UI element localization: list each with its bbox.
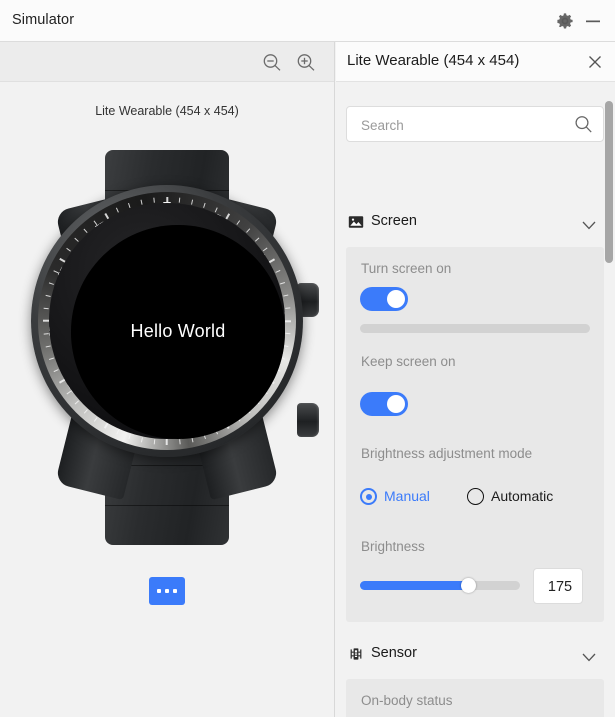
bezel-tick bbox=[165, 438, 168, 445]
close-icon[interactable] bbox=[585, 52, 605, 72]
label-keep-screen-on: Keep screen on bbox=[361, 354, 456, 369]
watch-inner-ring: Hello World bbox=[49, 203, 285, 439]
bezel-tick bbox=[140, 437, 143, 443]
bezel-tick bbox=[128, 433, 131, 440]
bezel-tick bbox=[191, 199, 194, 205]
bezel-tick bbox=[275, 269, 281, 274]
chevron-down-icon[interactable] bbox=[582, 649, 596, 662]
brightness-value-box[interactable] bbox=[533, 568, 586, 605]
bezel-tick bbox=[236, 220, 241, 226]
window-title: Simulator bbox=[12, 12, 75, 28]
bezel-tick bbox=[203, 202, 206, 209]
label-brightness: Brightness bbox=[361, 539, 425, 554]
bezel-tick bbox=[279, 282, 286, 285]
radio-ring bbox=[360, 488, 377, 505]
zoom-in-icon[interactable] bbox=[294, 51, 318, 75]
watch-bezel: 246810121416182022 Hello World bbox=[38, 192, 296, 450]
radio-ring bbox=[467, 488, 484, 505]
gear-icon[interactable] bbox=[554, 10, 576, 32]
panel-title: Lite Wearable (454 x 454) bbox=[347, 52, 520, 69]
settings-panel-header: Lite Wearable (454 x 454) bbox=[336, 42, 615, 82]
toggle-turn-screen-on[interactable] bbox=[360, 287, 408, 311]
watch-case: 246810121416182022 Hello World bbox=[31, 185, 303, 457]
zoom-out-icon[interactable] bbox=[260, 51, 284, 75]
chevron-down-icon[interactable] bbox=[582, 217, 596, 230]
label-on-body-status: On-body status bbox=[361, 693, 453, 708]
section-label-screen: Screen bbox=[371, 213, 417, 229]
label-turn-screen-on: Turn screen on bbox=[361, 261, 452, 276]
toggle-knob bbox=[387, 395, 405, 413]
device-settings-pane: Lite Wearable (454 x 454) Search Screen … bbox=[336, 42, 615, 717]
bezel-tick bbox=[285, 307, 291, 310]
radio-label: Automatic bbox=[491, 488, 554, 504]
bezel-tick bbox=[178, 197, 181, 203]
bezel-tick bbox=[246, 228, 251, 234]
bezel-tick bbox=[45, 345, 51, 348]
section-header-screen[interactable]: Screen bbox=[336, 206, 615, 240]
bezel-tick bbox=[43, 307, 49, 310]
brightness-slider[interactable] bbox=[360, 578, 520, 593]
watch-screen[interactable]: Hello World bbox=[71, 225, 285, 439]
label-brightness-mode: Brightness adjustment mode bbox=[361, 446, 533, 461]
window-titlebar: Simulator bbox=[0, 0, 615, 42]
more-options-button[interactable] bbox=[149, 577, 185, 605]
brightness-slider-fill bbox=[360, 581, 469, 590]
bezel-tick bbox=[284, 320, 291, 323]
sensor-settings-card: On-body status bbox=[346, 679, 604, 717]
bezel-tick bbox=[140, 199, 143, 205]
search-box[interactable] bbox=[346, 106, 604, 143]
more-dots-icon bbox=[157, 589, 177, 593]
bezel-tick bbox=[153, 439, 156, 445]
search-icon[interactable] bbox=[573, 114, 594, 135]
bezel-tick bbox=[83, 408, 88, 414]
sensor-chip-icon bbox=[348, 646, 364, 662]
section-header-sensor[interactable]: Sensor bbox=[336, 638, 615, 672]
bezel-tick bbox=[53, 368, 59, 373]
preview-toolbar bbox=[0, 42, 334, 82]
search-input[interactable] bbox=[359, 107, 568, 143]
toggle-keep-screen-on[interactable] bbox=[360, 392, 408, 416]
minimize-icon[interactable] bbox=[582, 10, 604, 32]
bezel-tick bbox=[45, 294, 51, 297]
brightness-slider-thumb[interactable] bbox=[461, 578, 477, 593]
simulator-window: Simulator Lite Wearable (454 x 454) Hell… bbox=[0, 0, 615, 717]
watch-screen-text: Hello World bbox=[130, 321, 226, 341]
bezel-tick bbox=[285, 332, 291, 335]
bezel-tick bbox=[48, 357, 55, 360]
brightness-input[interactable] bbox=[534, 569, 586, 605]
bezel-tick bbox=[254, 237, 260, 242]
bezel-tick bbox=[48, 282, 55, 285]
bezel-tick bbox=[115, 207, 120, 213]
bezel-tick bbox=[153, 197, 156, 203]
bezel-tick bbox=[93, 416, 98, 422]
screen-settings-card: Turn screen on Keep screen on Brightness… bbox=[346, 247, 604, 622]
screen-slider-track-disabled[interactable] bbox=[360, 324, 590, 333]
vertical-scrollbar-thumb[interactable] bbox=[605, 101, 613, 263]
radio-label: Manual bbox=[384, 488, 430, 504]
bezel-tick bbox=[128, 202, 131, 209]
device-caption: Lite Wearable (454 x 454) bbox=[95, 104, 239, 118]
watch-device-image: 246810121416182022 Hello World bbox=[17, 150, 319, 545]
watch-crown-button-lower[interactable] bbox=[297, 403, 319, 437]
image-icon bbox=[348, 214, 364, 230]
device-preview-pane: Lite Wearable (454 x 454) 24681012141618… bbox=[0, 42, 335, 717]
section-label-sensor: Sensor bbox=[371, 645, 417, 661]
bezel-tick bbox=[283, 294, 289, 297]
toggle-knob bbox=[387, 290, 405, 308]
bezel-tick bbox=[74, 400, 80, 405]
